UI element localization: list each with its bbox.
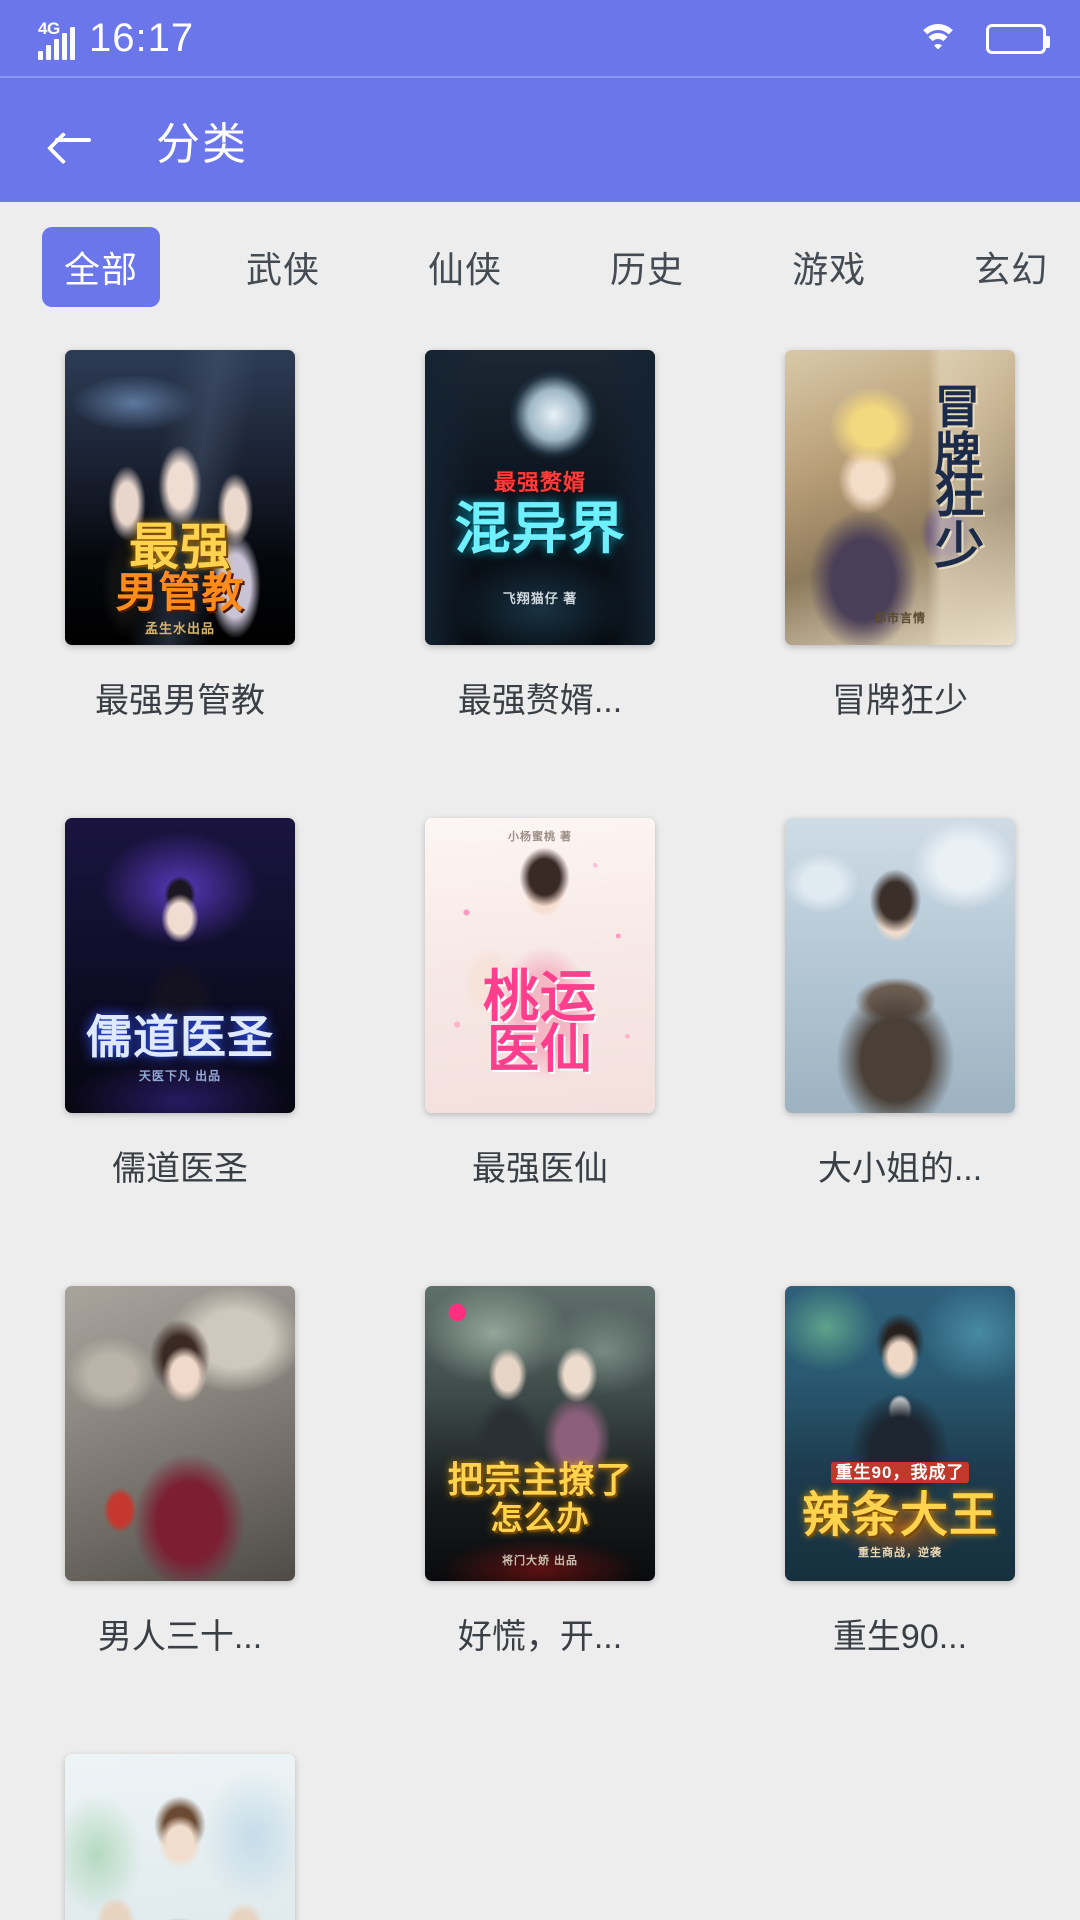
- cover-byline: 将门大娇 出品: [501, 1555, 579, 1567]
- clock-time: 16:17: [89, 16, 195, 60]
- cover-byline: 小杨蜜桃 著: [507, 831, 573, 843]
- cover-byline: 飞翔猫仔 著: [502, 591, 578, 606]
- cover-title-sub: 男管教: [115, 569, 245, 616]
- cover-title-main: 最强: [129, 519, 231, 575]
- tab-history[interactable]: 历史: [588, 227, 706, 307]
- tab-xuanhuan[interactable]: 玄幻: [952, 227, 1070, 307]
- book-title: 最强男管教: [95, 682, 265, 720]
- cover-title-main: 儒道医圣: [86, 1011, 274, 1063]
- book-card[interactable]: 桃运 医仙 小杨蜜桃 著 最强医仙: [390, 818, 690, 1190]
- book-title: 好慌，开...: [457, 1618, 623, 1656]
- book-card[interactable]: 最强 男管教 孟生水出品 最强男管教: [30, 350, 330, 722]
- cover-title-sub: 医仙: [486, 1021, 593, 1079]
- wifi-icon: [916, 22, 960, 56]
- book-card[interactable]: [30, 1754, 330, 1920]
- cover-title-sub: 混异界: [454, 497, 626, 560]
- book-title: 冒牌狂少: [832, 682, 968, 720]
- cover-byline: 重生商战，逆袭: [858, 1547, 942, 1559]
- status-bar-right: [916, 22, 1050, 56]
- signal-bars-icon: 4G: [38, 19, 75, 60]
- book-title: 儒道医圣: [112, 1150, 248, 1188]
- book-cover[interactable]: 冒牌 狂少 都市言情: [785, 350, 1015, 645]
- back-arrow-icon[interactable]: [40, 108, 104, 172]
- book-cover[interactable]: 最强 男管教 孟生水出品: [65, 350, 295, 645]
- book-card[interactable]: 重生90，我成了 辣条大王 重生商战，逆袭 重生90...: [750, 1286, 1050, 1658]
- cover-byline: 孟生水出品: [144, 621, 215, 636]
- book-cover[interactable]: 最强赘婿 混异界 飞翔猫仔 著: [425, 350, 655, 645]
- cover-title-sub: 狂少: [934, 467, 986, 574]
- cover-byline: 天医下凡 出品: [138, 1069, 222, 1083]
- book-cover[interactable]: [785, 818, 1015, 1113]
- book-card[interactable]: 儒道医圣 天医下凡 出品 儒道医圣: [30, 818, 330, 1190]
- book-grid: 最强 男管教 孟生水出品 最强男管教 最强赘婿 混异界 飞翔猫仔 著 最强赘婿.…: [0, 332, 1080, 1920]
- book-cover[interactable]: 桃运 医仙 小杨蜜桃 著: [425, 818, 655, 1113]
- tab-xianxia[interactable]: 仙侠: [406, 227, 524, 307]
- book-cover[interactable]: 把宗主撩了 怎么办 将门大娇 出品: [425, 1286, 655, 1581]
- app-bar: 分类: [0, 78, 1080, 202]
- book-cover[interactable]: 儒道医圣 天医下凡 出品: [65, 818, 295, 1113]
- tab-wuxia[interactable]: 武侠: [224, 227, 342, 307]
- page-title: 分类: [156, 120, 248, 169]
- book-title: 重生90...: [832, 1618, 968, 1656]
- tab-game[interactable]: 游戏: [770, 227, 888, 307]
- book-card[interactable]: 大小姐的...: [750, 818, 1050, 1190]
- cover-title-main: 桃运: [483, 965, 597, 1028]
- book-title: 男人三十...: [97, 1618, 263, 1656]
- network-type-label: 4G: [38, 19, 60, 38]
- battery-full-icon: [986, 24, 1050, 54]
- book-title: 最强医仙: [472, 1150, 608, 1188]
- cover-title-main: 重生90，我成了: [831, 1462, 969, 1484]
- book-title: 大小姐的...: [817, 1150, 983, 1188]
- cover-title-sub: 辣条大王: [801, 1489, 998, 1542]
- book-card[interactable]: 把宗主撩了 怎么办 将门大娇 出品 好慌，开...: [390, 1286, 690, 1658]
- cover-title-main: 把宗主撩了: [447, 1459, 633, 1500]
- cover-byline: 都市言情: [873, 611, 926, 625]
- book-cover[interactable]: 重生90，我成了 辣条大王 重生商战，逆袭: [785, 1286, 1015, 1581]
- cover-title-sub: 怎么办: [490, 1500, 590, 1536]
- book-card[interactable]: 最强赘婿 混异界 飞翔猫仔 著 最强赘婿...: [390, 350, 690, 722]
- cover-title-main: 最强赘婿: [493, 470, 586, 495]
- category-tab-bar[interactable]: 全部 武侠 仙侠 历史 游戏 玄幻: [0, 202, 1080, 332]
- tab-all[interactable]: 全部: [42, 227, 161, 307]
- book-cover[interactable]: [65, 1286, 295, 1581]
- status-bar-left: 4G 16:17: [38, 18, 194, 60]
- book-title: 最强赘婿...: [457, 682, 623, 720]
- book-cover[interactable]: [65, 1754, 295, 1920]
- book-card[interactable]: 冒牌 狂少 都市言情 冒牌狂少: [750, 350, 1050, 722]
- cover-title-main: 冒牌: [934, 381, 982, 480]
- book-grid-scroll[interactable]: 最强 男管教 孟生水出品 最强男管教 最强赘婿 混异界 飞翔猫仔 著 最强赘婿.…: [0, 332, 1080, 1920]
- status-bar: 4G 16:17: [0, 0, 1080, 78]
- book-card[interactable]: 男人三十...: [30, 1286, 330, 1658]
